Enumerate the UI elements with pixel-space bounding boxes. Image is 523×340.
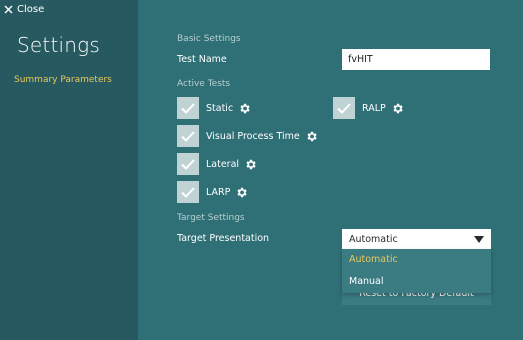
test-label-visual-process-time: Visual Process Time: [206, 130, 300, 142]
sidebar-item-summary-parameters[interactable]: Summary Parameters: [14, 75, 112, 85]
section-label-basic-settings: Basic Settings: [177, 34, 241, 44]
checkbox-lateral[interactable]: [177, 153, 199, 175]
close-icon: [4, 5, 13, 13]
section-label-active-tests: Active Tests: [177, 79, 231, 89]
gear-icon[interactable]: [244, 158, 257, 171]
test-row-ralp[interactable]: RALP: [333, 97, 404, 119]
dropdown-option-automatic[interactable]: Automatic: [342, 249, 491, 271]
gear-icon[interactable]: [238, 102, 251, 115]
test-label-ralp: RALP: [362, 102, 386, 114]
sidebar: Close Settings Summary Parameters: [0, 0, 138, 340]
test-label-larp: LARP: [206, 186, 231, 198]
test-row-larp[interactable]: LARP: [177, 181, 248, 203]
chevron-down-icon: [474, 235, 484, 243]
page-title: Settings: [17, 33, 100, 57]
checkbox-visual-process-time[interactable]: [177, 125, 199, 147]
test-row-lateral[interactable]: Lateral: [177, 153, 257, 175]
test-name-label: Test Name: [177, 54, 227, 65]
test-row-static[interactable]: Static: [177, 97, 251, 119]
gear-icon[interactable]: [305, 130, 318, 143]
target-presentation-value: Automatic: [349, 233, 398, 245]
checkmark-icon: [337, 102, 351, 114]
checkbox-static[interactable]: [177, 97, 199, 119]
checkbox-larp[interactable]: [177, 181, 199, 203]
checkbox-ralp[interactable]: [333, 97, 355, 119]
test-name-input[interactable]: [342, 49, 490, 70]
settings-panel: Basic Settings Test Name Active Tests St…: [138, 0, 523, 340]
test-row-visual-process-time[interactable]: Visual Process Time: [177, 125, 318, 147]
target-presentation-dropdown: Automatic Manual: [342, 249, 491, 293]
close-label: Close: [17, 3, 45, 15]
test-label-lateral: Lateral: [206, 158, 240, 170]
checkmark-icon: [181, 102, 195, 114]
target-presentation-select[interactable]: Automatic: [342, 229, 491, 249]
test-label-static: Static: [206, 102, 234, 114]
gear-icon[interactable]: [391, 102, 404, 115]
dropdown-option-manual[interactable]: Manual: [342, 271, 491, 293]
target-presentation-label: Target Presentation: [177, 233, 270, 244]
checkmark-icon: [181, 186, 195, 198]
section-label-target-settings: Target Settings: [177, 213, 245, 223]
close-button[interactable]: Close: [4, 1, 44, 17]
gear-icon[interactable]: [235, 186, 248, 199]
checkmark-icon: [181, 130, 195, 142]
checkmark-icon: [181, 158, 195, 170]
